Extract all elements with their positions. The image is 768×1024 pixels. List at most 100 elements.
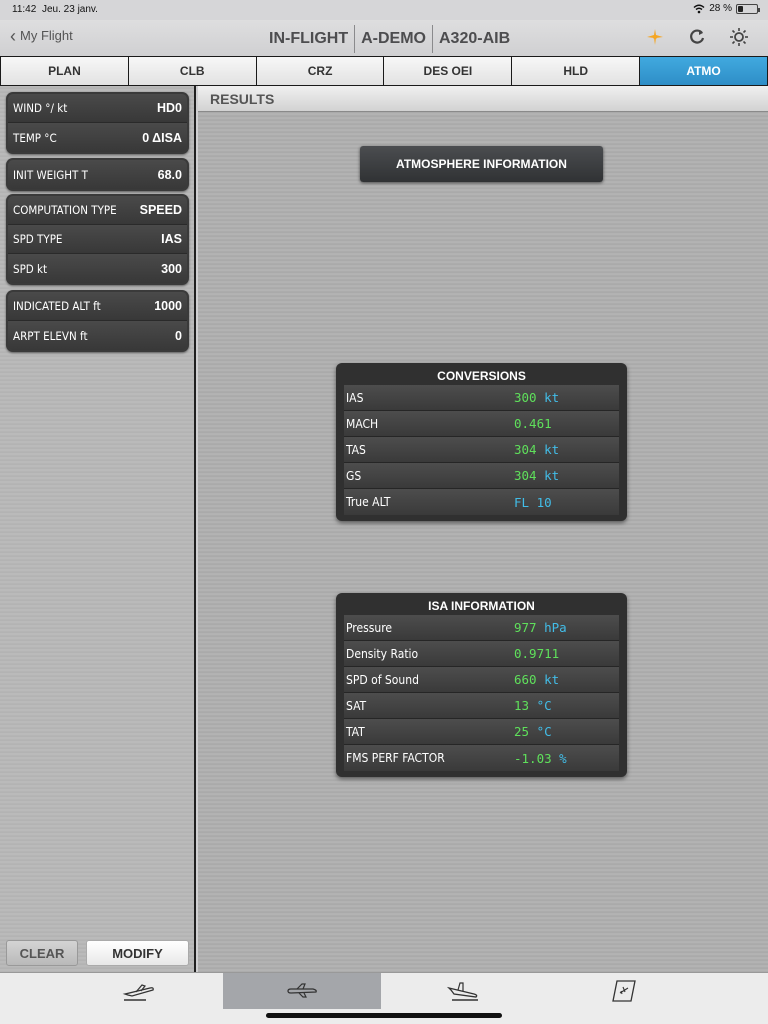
conversion-row-gs: GS 304 kt — [344, 463, 619, 489]
home-indicator — [266, 1013, 502, 1018]
row-label: GS — [346, 468, 362, 483]
wifi-icon — [693, 4, 705, 13]
battery-icon — [736, 3, 760, 14]
tab-clb[interactable]: CLB — [128, 57, 256, 85]
conversion-row-ias: IAS 300 kt — [344, 385, 619, 411]
indicated-alt-label: INDICATED ALT ft — [13, 299, 101, 313]
computation-type-row[interactable]: COMPUTATION TYPE SPEED — [8, 196, 187, 225]
init-weight-label: INIT WEIGHT T — [13, 167, 88, 182]
spd-type-value: IAS — [161, 232, 182, 246]
altitude-group: INDICATED ALT ft 1000 ARPT ELEVN ft 0 — [6, 290, 189, 352]
status-right: 28 % — [693, 3, 760, 14]
takeoff-icon — [122, 984, 154, 1001]
wind-temp-group: WIND °/ kt HD0 TEMP °C 0 ΔISA — [6, 92, 189, 154]
row-unit: °C — [536, 698, 552, 713]
status-bar: 11:42 Jeu. 23 janv. 28 % — [0, 0, 768, 20]
flight-title: IN-FLIGHT A-DEMO A320-AIB — [263, 24, 516, 54]
spd-label: SPD kt — [13, 261, 48, 276]
modify-button[interactable]: MODIFY — [86, 940, 189, 966]
row-unit: kt — [544, 672, 560, 687]
conversions-card: CONVERSIONS IAS 300 kt MACH 0.461 TAS 30… — [336, 363, 627, 521]
row-unit: kt — [544, 468, 560, 483]
tab-crz[interactable]: CRZ — [256, 57, 384, 85]
document-tab[interactable] — [545, 973, 703, 1009]
title-flight: A-DEMO — [361, 30, 426, 47]
input-panel: WIND °/ kt HD0 TEMP °C 0 ΔISA INIT WEIGH… — [0, 86, 196, 972]
atmosphere-information-button[interactable]: ATMOSPHERE INFORMATION — [360, 146, 603, 182]
isa-row-pressure: Pressure 977 hPa — [344, 615, 619, 641]
document-plane-icon — [612, 980, 636, 1002]
init-weight-row[interactable]: INIT WEIGHT T 68.0 — [8, 160, 187, 189]
row-label: SAT — [346, 698, 367, 713]
row-value: 660 — [514, 672, 537, 687]
title-aircraft: A320-AIB — [438, 30, 511, 47]
row-label: Density Ratio — [346, 646, 419, 661]
conversion-row-tas: TAS 304 kt — [344, 437, 619, 463]
row-unit: °C — [536, 724, 552, 739]
row-value: 0.9711 — [514, 646, 560, 661]
clear-button[interactable]: CLEAR — [6, 940, 78, 966]
speed-group: COMPUTATION TYPE SPEED SPD TYPE IAS SPD … — [6, 194, 189, 285]
tab-plan[interactable]: PLAN — [1, 57, 128, 85]
tab-des-oei[interactable]: DES OEI — [384, 57, 512, 85]
plane-crosshair-icon[interactable] — [644, 26, 666, 48]
spd-row[interactable]: SPD kt 300 — [8, 254, 187, 283]
wind-label: WIND °/ kt — [13, 101, 68, 115]
tab-atmo[interactable]: ATMO — [640, 57, 767, 85]
landing-tab[interactable] — [384, 973, 542, 1009]
weight-group: INIT WEIGHT T 68.0 — [6, 158, 189, 191]
isa-row-density-ratio: Density Ratio 0.9711 — [344, 641, 619, 667]
row-unit: kt — [544, 390, 560, 405]
phase-tabs: PLAN CLB CRZ DES OEI HLD ATMO — [0, 56, 768, 86]
row-value: 0.461 — [514, 416, 552, 431]
arpt-elevn-row[interactable]: ARPT ELEVN ft 0 — [8, 321, 187, 350]
row-value: 25 — [514, 724, 530, 739]
row-value: 304 — [514, 442, 537, 457]
brightness-icon[interactable] — [728, 26, 750, 48]
row-label: TAT — [346, 724, 365, 739]
nav-bar: ‹ My Flight IN-FLIGHT A-DEMO A320-AIB — [0, 20, 768, 56]
indicated-alt-row[interactable]: INDICATED ALT ft 1000 — [8, 292, 187, 321]
chevron-left-icon: ‹ — [10, 25, 16, 46]
row-label: MACH — [346, 416, 379, 431]
arpt-elevn-label: ARPT ELEVN ft — [13, 328, 88, 343]
spd-type-label: SPD TYPE — [13, 232, 63, 246]
isa-row-tat: TAT 25 °C — [344, 719, 619, 745]
title-mode: IN-FLIGHT — [269, 30, 349, 47]
results-panel: RESULTS ATMOSPHERE INFORMATION CONVERSIO… — [198, 86, 768, 972]
temp-row[interactable]: TEMP °C 0 ΔISA — [8, 123, 187, 152]
spd-type-row[interactable]: SPD TYPE IAS — [8, 225, 187, 254]
back-label: My Flight — [20, 28, 73, 43]
row-value: 300 — [514, 390, 537, 405]
row-label: SPD of Sound — [346, 672, 419, 687]
refresh-icon[interactable] — [686, 26, 708, 48]
row-unit: kt — [544, 442, 560, 457]
battery-percent: 28 % — [709, 3, 732, 14]
tab-hld[interactable]: HLD — [512, 57, 640, 85]
status-date: Jeu. 23 janv. — [42, 4, 98, 15]
row-value: -1.03 — [514, 750, 552, 766]
back-button[interactable]: ‹ My Flight — [10, 25, 73, 46]
cruise-icon — [287, 983, 317, 998]
takeoff-tab[interactable] — [60, 973, 218, 1009]
cruise-tab[interactable] — [223, 973, 381, 1009]
row-label: Pressure — [346, 620, 393, 635]
row-value: 304 — [514, 468, 537, 483]
computation-type-value: SPEED — [139, 203, 182, 217]
row-unit: FL 10 — [514, 494, 552, 510]
status-time: 11:42 — [12, 4, 37, 15]
conversion-row-true-alt: True ALT FL 10 — [344, 489, 619, 515]
arpt-elevn-value: 0 — [175, 328, 182, 343]
temp-value: 0 ΔISA — [142, 130, 182, 145]
results-header: RESULTS — [198, 86, 768, 112]
isa-row-sat: SAT 13 °C — [344, 693, 619, 719]
conversion-row-mach: MACH 0.461 — [344, 411, 619, 437]
indicated-alt-value: 1000 — [154, 299, 182, 313]
landing-icon — [446, 982, 478, 1001]
row-value: 977 — [514, 620, 537, 635]
temp-label: TEMP °C — [13, 130, 57, 145]
nav-icons — [644, 26, 750, 48]
wind-row[interactable]: WIND °/ kt HD0 — [8, 94, 187, 123]
row-unit: % — [559, 750, 567, 766]
row-label: IAS — [346, 390, 364, 405]
